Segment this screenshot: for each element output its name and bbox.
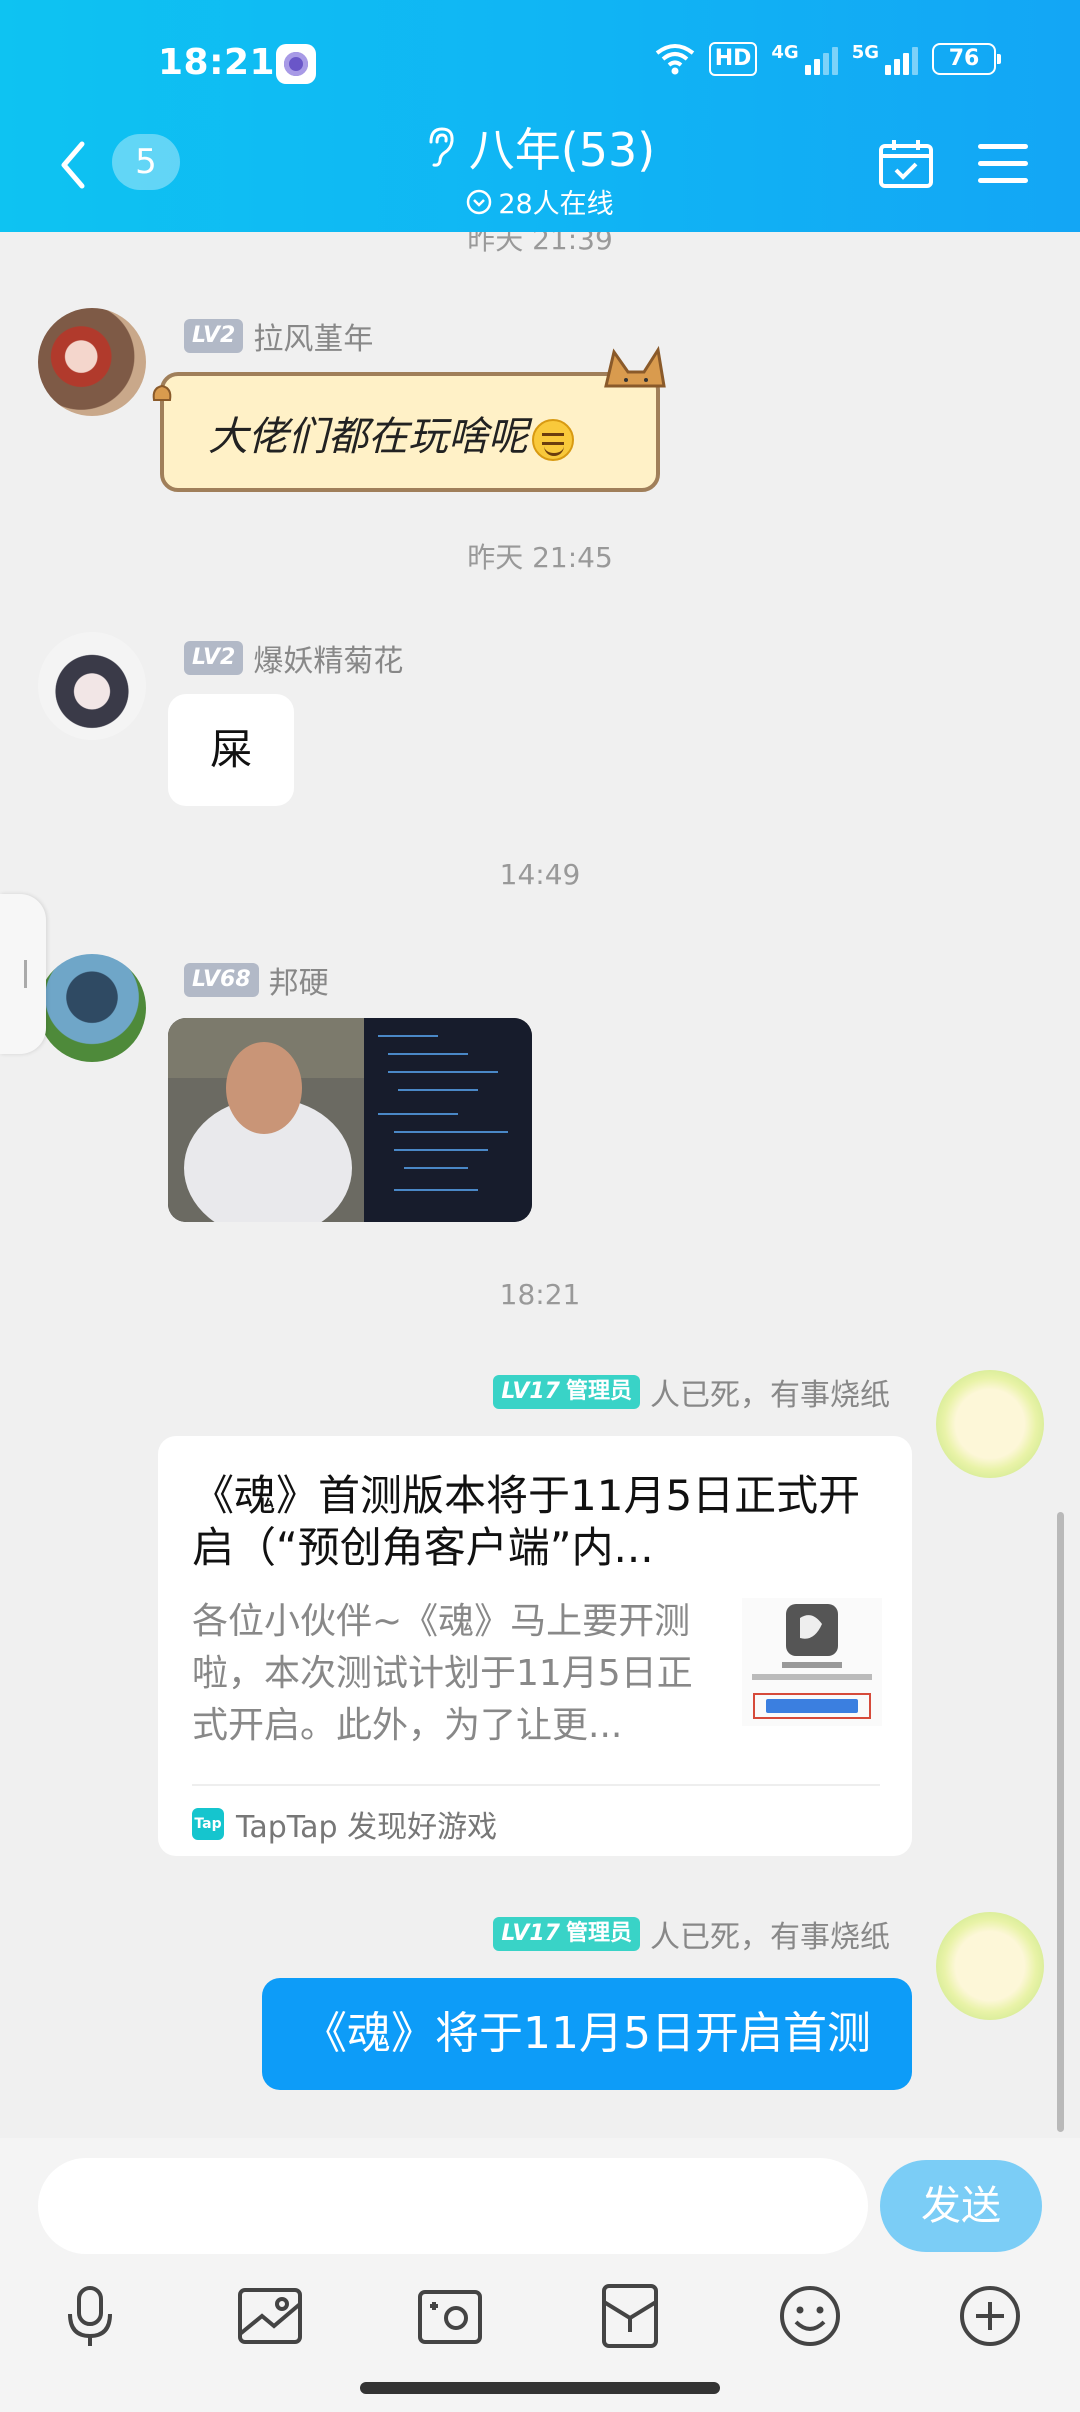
ear-icon [429,127,454,167]
timestamp: 18:21 [499,1278,581,1311]
message-list[interactable]: 昨天 21:39 LV2 拉风堇年 大佬们都在玩啥呢 昨天 21:45 LV2 … [0,232,1080,2138]
avatar[interactable] [38,308,146,416]
input-toolbar [0,2260,1080,2380]
avatar[interactable] [38,632,146,740]
sender-info: LV2 爆妖精菊花 [184,636,403,680]
timestamp: 昨天 21:39 [467,232,613,256]
wifi-icon [655,44,694,75]
taptap-icon: Tap [192,1808,224,1840]
status-bar: 18:21 HD 4G 5G 76 [0,36,1080,96]
online-count-text: 28人在线 [498,189,614,220]
message-text: 大佬们都在玩啥呢 [208,414,528,460]
red-packet-icon[interactable] [594,2280,666,2352]
network-type-5g: 5G [851,42,879,63]
sender-name[interactable]: 人已死，有事烧纸 [650,1370,890,1414]
input-bar: 发送 [0,2138,1080,2260]
sender-name[interactable]: 人已死，有事烧纸 [650,1912,890,1956]
grin-emoji-icon [532,419,574,461]
signal-bars-icon [804,43,838,75]
share-card-thumbnail [742,1598,882,1726]
status-time: 18:21 [158,42,276,83]
message-input[interactable] [38,2158,868,2254]
admin-badge: LV17 管理员 [493,1917,640,1951]
share-card-description: 各位小伙伴~《魂》马上要开测啦，本次测试计划于11月5日正式开启。此外，为了让更… [192,1601,693,1746]
admin-badge: LV17 管理员 [493,1375,640,1409]
level-badge: LV2 [184,641,244,675]
scrollbar[interactable] [1057,1512,1064,2132]
message-text: 《魂》将于11月5日开启首测 [303,2008,871,2059]
timestamp: 昨天 21:45 [467,541,613,574]
sender-info: LV2 拉风堇年 [184,314,373,358]
cat-ears-icon [604,345,666,388]
paw-icon [152,384,172,401]
level-badge: LV68 [184,963,259,997]
camera-icon[interactable] [414,2280,486,2352]
sender-name[interactable]: 邦硬 [269,958,329,1002]
plus-circle-icon[interactable] [954,2280,1026,2352]
side-drawer-handle[interactable] [0,894,46,1054]
signal-bars-icon [885,43,918,75]
message-text: 屎 [209,725,252,774]
share-card-source-text: TapTap 发现好游戏 [236,1810,498,1845]
sender-info: LV17 管理员 人已死，有事烧纸 [493,1370,890,1414]
sender-name[interactable]: 拉风堇年 [253,314,373,358]
online-count: 28人在线 [466,182,614,221]
calendar-check-icon[interactable] [878,138,934,190]
chevron-down-circle-icon [467,189,492,214]
menu-icon[interactable] [978,144,1028,184]
divider [192,1784,880,1786]
timestamp: 14:49 [499,858,581,891]
network-type-4g: 4G [771,42,799,63]
battery-icon: 76 [932,43,1001,75]
meme-image[interactable] [168,1018,532,1222]
chat-header: 18:21 HD 4G 5G 76 5 八年(53) 28人在线 [0,0,1080,232]
message-bubble[interactable]: 屎 [168,694,294,806]
group-title: 八年(53) [468,123,656,177]
share-card[interactable]: 《魂》首测版本将于11月5日正式开启（“预创角客户端”内... 各位小伙伴~《魂… [158,1436,912,1856]
hd-voice-badge: HD [708,42,758,76]
gallery-icon[interactable] [234,2280,306,2352]
status-icons: HD 4G 5G 76 [655,42,1001,76]
sender-name[interactable]: 爆妖精菊花 [253,636,403,680]
share-card-title: 《魂》首测版本将于11月5日正式开启（“预创角客户端”内... [192,1471,861,1572]
emoji-icon[interactable] [774,2280,846,2352]
cat-sticker-bubble[interactable]: 大佬们都在玩啥呢 [152,345,666,492]
level-badge: LV2 [184,319,244,353]
avatar[interactable] [936,1370,1044,1478]
sender-info: LV68 邦硬 [184,958,329,1002]
microphone-icon[interactable] [54,2280,126,2352]
sender-info: LV17 管理员 人已死，有事烧纸 [493,1912,890,1956]
home-indicator[interactable] [360,2382,720,2394]
app-notification-icon [276,44,316,84]
share-card-source: Tap TapTap 发现好游戏 [192,1802,497,1846]
message-bubble[interactable]: 《魂》将于11月5日开启首测 [262,1978,912,2090]
avatar[interactable] [38,954,146,1062]
avatar[interactable] [936,1912,1044,2020]
send-button[interactable]: 发送 [880,2160,1042,2252]
